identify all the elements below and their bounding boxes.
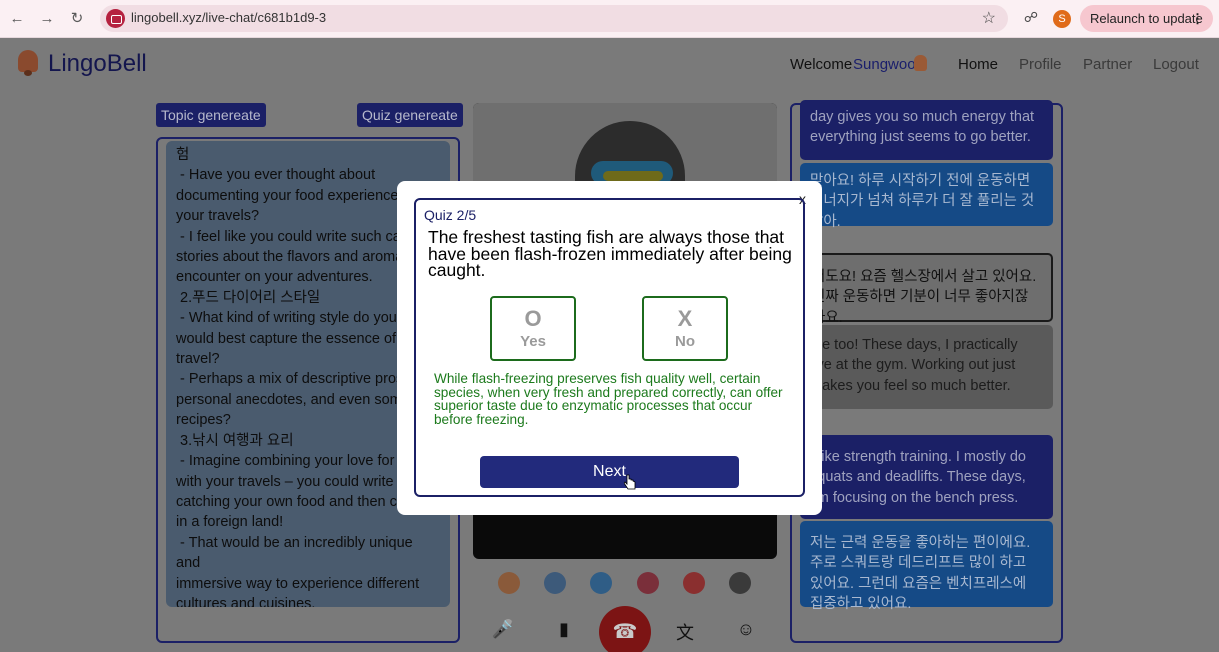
username: Sungwoo <box>853 56 916 73</box>
address-bar[interactable]: lingobell.xyz/live-chat/c681b1d9-3 ☆ <box>100 5 1008 32</box>
url-text[interactable]: lingobell.xyz/live-chat/c681b1d9-3 <box>131 10 326 25</box>
user-bell-icon <box>914 55 927 71</box>
topic-generate-button[interactable]: Topic genereate <box>156 103 266 127</box>
forward-icon[interactable]: → <box>36 8 58 30</box>
chat-message: 저도요! 요즘 헬스장에서 살고 있어요. 진짜 운동하면 기분이 너무 좋아지… <box>800 253 1053 326</box>
hand-cursor-icon <box>624 474 636 490</box>
bell-logo-icon[interactable] <box>16 46 40 76</box>
translate-icon[interactable]: 文 <box>673 619 697 645</box>
welcome-text: Welcome <box>790 56 853 73</box>
chat-message: I like strength training. I mostly do sq… <box>800 435 1053 519</box>
emoji-love-icon[interactable] <box>637 572 659 594</box>
emoji-mask-icon[interactable] <box>544 572 566 594</box>
quiz-generate-button[interactable]: Quiz genereate <box>357 103 463 127</box>
answer-yes-button[interactable]: O Yes <box>490 296 576 361</box>
brand-name[interactable]: LingoBell <box>48 50 147 78</box>
back-icon[interactable]: ← <box>6 8 28 30</box>
answer-yes-label: Yes <box>520 333 546 350</box>
quiz-counter: Quiz 2/5 <box>424 207 477 223</box>
quiz-question: The freshest tasting fish are always tho… <box>428 227 792 281</box>
reload-icon[interactable]: ↻ <box>66 8 88 30</box>
chat-message: day gives you so much energy that everyt… <box>800 100 1053 160</box>
emoji-cool-icon[interactable] <box>590 572 612 594</box>
microphone-icon[interactable]: 🎤 <box>491 619 515 640</box>
nav-partner[interactable]: Partner <box>1083 56 1132 73</box>
bookmark-star-icon[interactable]: ☆ <box>982 8 996 28</box>
emoji-lips-icon[interactable] <box>683 572 705 594</box>
menu-dots-icon[interactable]: ⋮ <box>1191 5 1204 32</box>
camera-icon[interactable]: ▮ <box>552 619 576 640</box>
browser-toolbar: ← → ↻ lingobell.xyz/live-chat/c681b1d9-3… <box>0 0 1219 38</box>
emoji-face-icon[interactable] <box>498 572 520 594</box>
relaunch-button[interactable]: Relaunch to update ⋮ <box>1080 5 1213 32</box>
relaunch-label: Relaunch to update <box>1090 11 1203 26</box>
nav-logout[interactable]: Logout <box>1153 56 1199 73</box>
site-camera-icon <box>106 9 125 28</box>
extensions-icon[interactable]: ☍ <box>1022 9 1040 27</box>
chat-message: 저는 근력 운동을 좋아하는 편이에요. 주로 스쿼트랑 데드리프트 많이 하고… <box>800 521 1053 612</box>
answer-no-label: No <box>675 333 695 350</box>
chat-message: 맞아요! 하루 시작하기 전에 운동하면 에너지가 넘쳐 하루가 더 잘 풀리는… <box>800 163 1053 230</box>
answer-no-symbol: X <box>677 306 693 331</box>
chat-message: Me too! These days, I practically live a… <box>800 325 1053 409</box>
nav-profile[interactable]: Profile <box>1019 56 1062 73</box>
emoji-glasses-icon[interactable] <box>729 572 751 594</box>
quiz-explanation: While flash-freezing preserves fish qual… <box>434 371 783 427</box>
next-button[interactable]: Next <box>480 456 739 488</box>
emoji-picker-icon[interactable]: ☺ <box>734 619 758 640</box>
hang-up-button[interactable]: ☎ <box>599 606 651 652</box>
answer-yes-symbol: O <box>524 306 542 331</box>
answer-no-button[interactable]: X No <box>642 296 728 361</box>
profile-avatar[interactable]: S <box>1053 10 1071 28</box>
nav-home[interactable]: Home <box>958 56 998 73</box>
